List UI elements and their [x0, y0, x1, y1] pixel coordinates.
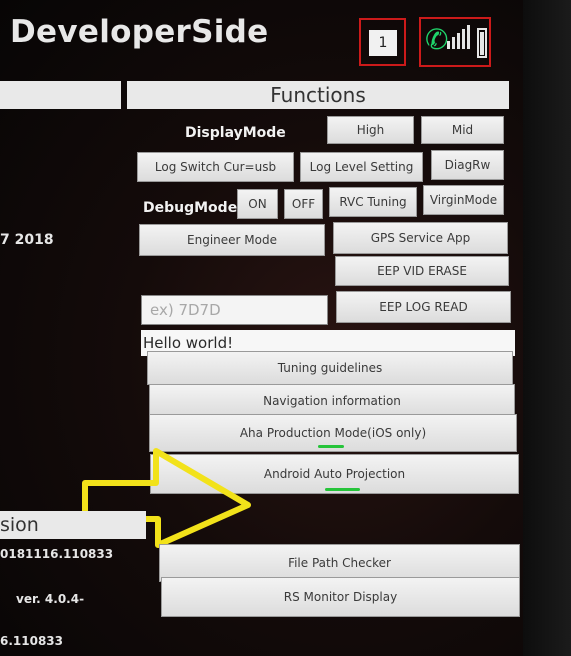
phone-icon: ✆ [425, 23, 449, 56]
hex-input-field[interactable]: ex) 7D7D [141, 295, 328, 325]
high-button[interactable]: High [327, 116, 414, 144]
tuning-guidelines-button[interactable]: Tuning guidelines [147, 351, 513, 385]
status-icons: ✆ [419, 17, 491, 67]
navigation-information-button[interactable]: Navigation information [149, 384, 515, 418]
diag-rw-button[interactable]: DiagRw [431, 150, 504, 180]
version-header-panel: sion [0, 511, 146, 539]
functions-tab-label: Functions [270, 83, 366, 107]
build-number-text-2: 6.110833 [0, 634, 64, 648]
notification-indicator[interactable]: 1 [359, 18, 406, 66]
version-header-label: sion [0, 514, 39, 536]
mid-button[interactable]: Mid [421, 116, 504, 144]
debug-on-button[interactable]: ON [237, 189, 278, 219]
log-level-setting-button[interactable]: Log Level Setting [300, 152, 423, 182]
virgin-mode-button[interactable]: VirginMode [423, 185, 504, 215]
display-mode-label: DisplayMode [185, 125, 286, 141]
page-title: DeveloperSide [10, 14, 269, 50]
version-text: ver. 4.0.4- [16, 592, 85, 606]
android-auto-active-indicator [325, 488, 360, 491]
eep-log-read-button[interactable]: EEP LOG READ [336, 291, 511, 323]
rs-monitor-display-button[interactable]: RS Monitor Display [161, 577, 520, 617]
debug-off-button[interactable]: OFF [284, 189, 323, 219]
engineer-mode-button[interactable]: Engineer Mode [139, 224, 325, 256]
aha-active-indicator [318, 445, 344, 448]
battery-icon [477, 28, 487, 58]
left-tab[interactable] [0, 81, 121, 109]
functions-tab[interactable]: Functions [127, 81, 509, 109]
screen-bezel [523, 0, 571, 656]
year-text: 7 2018 [0, 232, 54, 248]
gps-service-app-button[interactable]: GPS Service App [333, 222, 508, 254]
log-switch-button[interactable]: Log Switch Cur=usb [137, 152, 294, 182]
build-number-text: 0181116.110833 [0, 547, 114, 561]
rvc-tuning-button[interactable]: RVC Tuning [329, 187, 417, 217]
debug-mode-label: DebugMode [143, 200, 238, 216]
notification-page-icon: 1 [369, 30, 397, 56]
eep-vid-erase-button[interactable]: EEP VID ERASE [335, 256, 509, 286]
